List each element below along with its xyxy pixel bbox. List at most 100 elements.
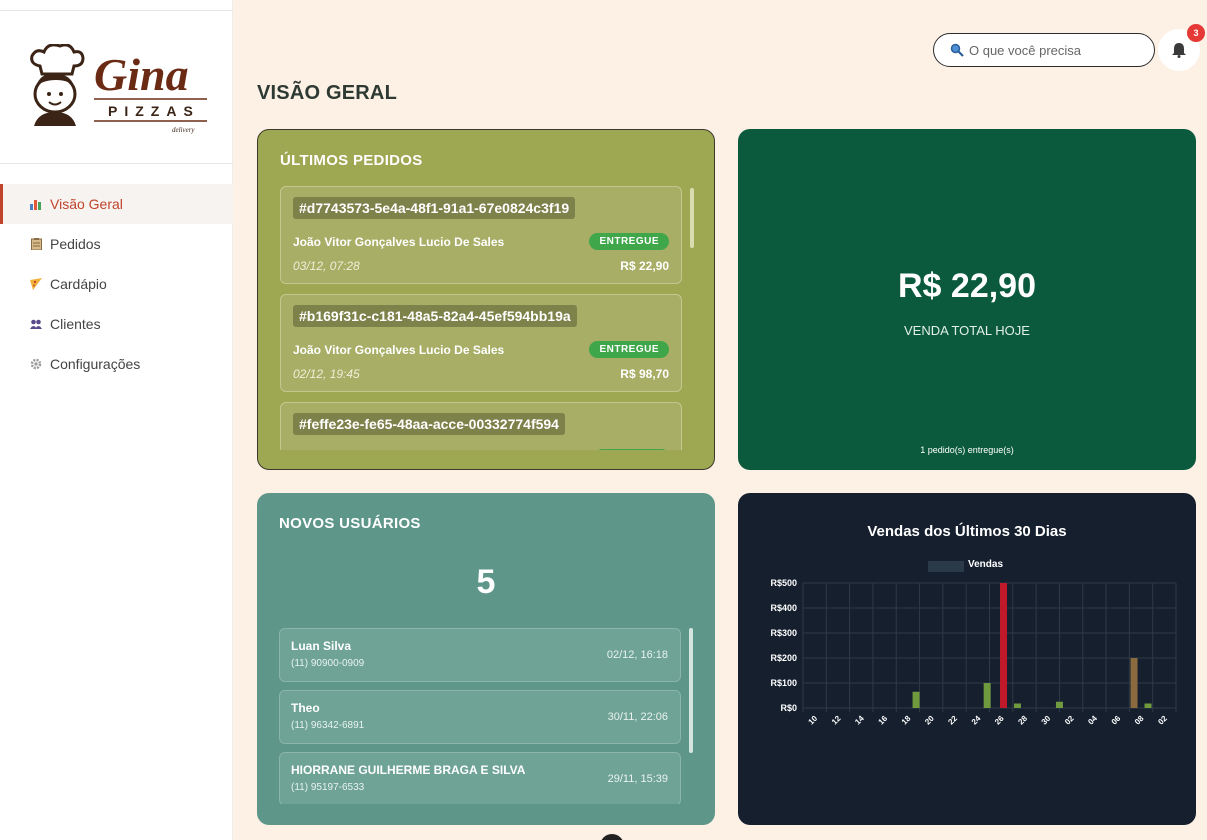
user-item[interactable]: HIORRANE GUILHERME BRAGA E SILVA (11) 95… [279,752,681,804]
sidebar-item-configuracoes[interactable]: Configurações [0,344,233,384]
order-item[interactable]: #d7743573-5e4a-48f1-91a1-67e0824c3f19 Jo… [280,186,682,284]
y-tick-label: R$400 [770,603,797,613]
users-list: Luan Silva (11) 90900-0909 02/12, 16:18 … [279,628,681,804]
order-item[interactable]: #b169f31c-c181-48a5-82a4-45ef594bb19a Jo… [280,294,682,392]
user-item[interactable]: Luan Silva (11) 90900-0909 02/12, 16:18 [279,628,681,682]
user-name: HIORRANE GUILHERME BRAGA E SILVA [291,763,526,777]
order-id: #d7743573-5e4a-48f1-91a1-67e0824c3f19 [293,197,576,219]
x-tick-label: 16 [876,714,889,727]
status-badge: ENTREGUE [589,341,669,358]
order-total: R$ 22,90 [620,259,669,273]
brand-tag: delivery [172,126,195,134]
users-title: NOVOS USUÁRIOS [279,515,421,532]
sidebar-item-label: Visão Geral [50,196,123,212]
x-tick-label: 04 [1086,714,1099,727]
order-id: #b169f31c-c181-48a5-82a4-45ef594bb19a [293,305,577,327]
order-customer: João Vitor Gonçalves Lucio De Sales [293,235,505,249]
user-date: 29/11, 15:39 [607,773,668,785]
sidebar-item-label: Cardápio [50,276,107,292]
sidebar: Gina PIZZAS delivery Visão Geral Pedidos… [0,0,233,840]
order-date: 03/12, 07:28 [293,259,360,273]
x-tick-label: 12 [830,714,843,727]
sidebar-item-visao-geral[interactable]: Visão Geral [0,184,233,224]
scrollbar[interactable] [690,188,694,248]
chart-bar [1055,701,1063,708]
order-id: #feffe23e-fe65-48aa-acce-00332774f594 [293,413,565,435]
y-tick-label: R$200 [770,653,797,663]
bell-icon [1172,43,1186,58]
chart-icon [30,198,42,210]
user-date: 30/11, 22:06 [607,711,668,723]
x-tick-label: 30 [1040,714,1053,727]
users-card: NOVOS USUÁRIOS 5 Luan Silva (11) 90900-0… [257,493,715,825]
order-total: R$ 98,70 [620,367,669,381]
y-tick-label: R$300 [770,628,797,638]
y-tick-label: R$500 [770,578,797,588]
status-badge: ENTREGUE [589,233,669,250]
gear-icon [30,358,42,370]
orders-title: ÚLTIMOS PEDIDOS [280,152,423,169]
search-placeholder: O que você precisa [969,42,1082,58]
sales-chart: R$0 R$100 R$200 R$300 R$400 R$500 10 12 14 16 18 20… [770,578,1177,727]
chart-bar [1013,703,1021,708]
user-phone: (11) 95197-6533 [291,782,365,793]
sidebar-item-pedidos[interactable]: Pedidos [0,224,233,264]
x-tick-label: 02 [1156,714,1169,727]
chart-bar [1144,703,1152,708]
x-tick-label: 22 [946,714,959,727]
user-phone: (11) 96342-6891 [291,720,365,731]
x-tick-label: 10 [807,714,820,727]
brand-logo[interactable]: Gina PIZZAS delivery [22,44,212,134]
x-tick-label: 14 [853,714,866,727]
chart-bar [983,683,991,708]
y-tick-label: R$100 [770,678,797,688]
sidebar-nav: Visão Geral Pedidos Cardápio Clientes Co… [0,184,233,384]
users-icon [30,318,42,330]
scroll-indicator[interactable] [600,834,624,840]
x-tick-label: 08 [1133,714,1146,727]
pizza-slice-icon [30,278,42,290]
x-tick-label: 28 [1016,714,1029,727]
chart-bar [1130,658,1138,708]
x-tick-label: 06 [1110,714,1123,727]
orders-list: #d7743573-5e4a-48f1-91a1-67e0824c3f19 Jo… [280,186,682,450]
order-customer: João Vitor Gonçalves Lucio De Sales [293,343,505,357]
x-tick-label: 02 [1063,714,1076,727]
brand-sub: PIZZAS [108,103,200,119]
clipboard-icon [30,238,42,250]
search-input[interactable]: O que você precisa [933,33,1155,67]
user-name: Luan Silva [291,639,352,653]
orders-card: ÚLTIMOS PEDIDOS #d7743573-5e4a-48f1-91a1… [257,129,715,470]
top-divider [0,10,233,11]
user-item[interactable]: Theo (11) 96342-6891 30/11, 22:06 [279,690,681,744]
search-icon [950,43,964,57]
sidebar-item-label: Clientes [50,316,101,332]
user-date: 02/12, 16:18 [606,649,668,661]
x-tick-label: 18 [900,714,913,727]
sidebar-item-cardapio[interactable]: Cardápio [0,264,233,304]
scrollbar[interactable] [689,628,693,753]
notification-badge: 3 [1187,24,1205,42]
sidebar-item-label: Configurações [50,356,141,372]
brand-name: Gina [94,49,189,100]
user-phone: (11) 90900-0909 [291,658,365,669]
sales-footer: 1 pedido(s) entregue(s) [920,445,1014,455]
sidebar-item-clientes[interactable]: Clientes [0,304,233,344]
sidebar-item-label: Pedidos [50,236,101,252]
status-badge [595,449,669,450]
order-item[interactable]: #feffe23e-fe65-48aa-acce-00332774f594 [280,402,682,450]
sales-chart-card: Vendas dos Últimos 30 Dias Vendas R$0 R$1… [738,493,1196,825]
users-count: 5 [476,563,496,601]
sales-total-label: VENDA TOTAL HOJE [904,323,1030,338]
chart-bar [999,583,1007,708]
chart-bar [912,691,920,708]
x-tick-label: 24 [970,714,983,727]
y-tick-label: R$0 [780,703,797,713]
order-date: 02/12, 19:45 [293,367,360,381]
user-name: Theo [291,701,320,715]
page-title: VISÃO GERAL [257,82,397,104]
sales-card: R$ 22,90 VENDA TOTAL HOJE 1 pedido(s) en… [738,129,1196,470]
sales-total-value: R$ 22,90 [898,267,1036,305]
x-tick-label: 20 [923,714,936,727]
x-tick-label: 26 [993,714,1006,727]
